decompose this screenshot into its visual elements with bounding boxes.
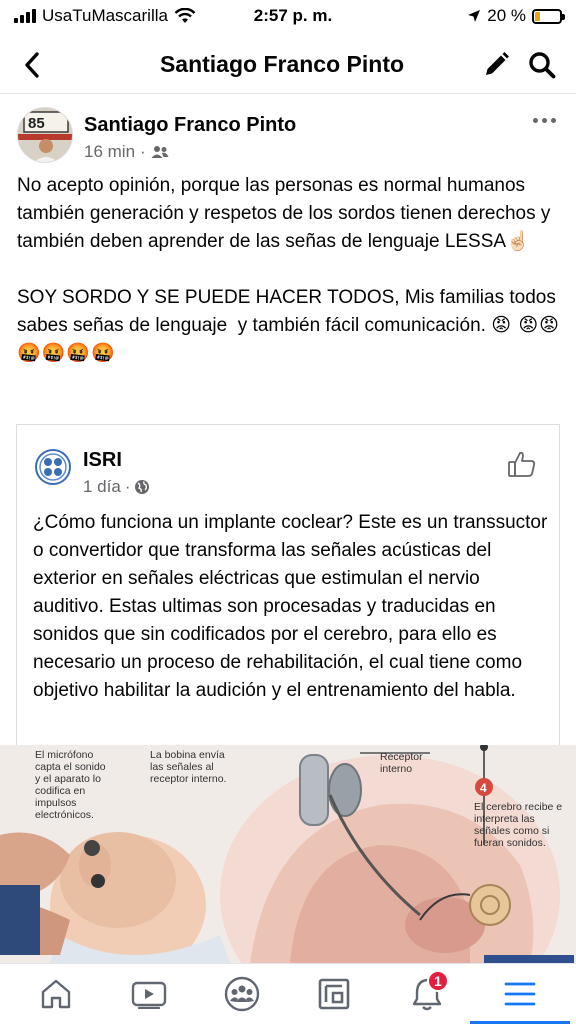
- pages-icon: [318, 978, 350, 1010]
- post-meta: 16 min ·: [84, 142, 169, 162]
- post-paragraph: SOY SORDO Y SE PUEDE HACER TODOS, Mis fa…: [17, 287, 562, 364]
- shared-page-name[interactable]: ISRI: [83, 449, 122, 472]
- svg-text:85: 85: [28, 115, 45, 132]
- nav-groups[interactable]: [212, 966, 272, 1022]
- nav-menu[interactable]: [469, 966, 570, 1024]
- chevron-left-icon: [25, 51, 39, 78]
- location-arrow-icon: [468, 10, 481, 22]
- image-caption: Receptor interno: [380, 751, 423, 775]
- search-icon: [529, 51, 556, 78]
- image-caption: El micrófono capta el sonido y el aparat…: [35, 749, 106, 821]
- status-bar: UsaTuMascarilla 2:57 p. m. 20 %: [0, 0, 576, 32]
- avatar[interactable]: 85: [17, 107, 73, 163]
- home-icon: [42, 979, 71, 1009]
- nav-home[interactable]: [26, 966, 86, 1022]
- groups-icon: [224, 976, 259, 1012]
- battery-percent: 20 %: [487, 6, 526, 25]
- wifi-icon: [174, 8, 196, 23]
- nav-watch[interactable]: [119, 966, 179, 1022]
- like-page-button[interactable]: [505, 447, 539, 481]
- thumbs-up-icon: [508, 451, 536, 477]
- search-button[interactable]: [524, 47, 560, 83]
- shared-time: 1 día: [83, 477, 121, 496]
- post-image[interactable]: 4 El micrófono capta el sonido y el apar…: [0, 745, 576, 963]
- profile-header: Santiago Franco Pinto: [0, 36, 576, 94]
- pencil-icon: [486, 51, 509, 75]
- signal-icon: [14, 9, 36, 23]
- more-options-button[interactable]: [528, 110, 560, 130]
- status-time: 2:57 p. m.: [253, 6, 333, 25]
- notifications-badge: 1: [426, 970, 449, 992]
- page-avatar[interactable]: [35, 449, 71, 485]
- post-paragraph: No acepto opinión, porque las personas e…: [17, 175, 556, 252]
- page-title: Santiago Franco Pinto: [159, 51, 405, 77]
- image-caption: El cerebro recibe e interpreta las señal…: [474, 801, 563, 849]
- friends-icon: [151, 146, 169, 158]
- image-caption: La bobina envía las señales al receptor …: [150, 749, 227, 785]
- shared-post-text: ¿Cómo funciona un implante coclear? Este…: [33, 512, 548, 701]
- globe-icon: [135, 480, 150, 494]
- battery-icon: [532, 8, 565, 24]
- bottom-navigation: 1: [0, 963, 576, 1024]
- back-button[interactable]: [0, 36, 64, 94]
- edit-button[interactable]: [478, 47, 514, 83]
- menu-icon: [504, 982, 536, 1006]
- step-number: 4: [480, 781, 487, 795]
- watch-icon: [131, 981, 167, 1009]
- shared-meta: 1 día ·: [83, 477, 150, 497]
- nav-notifications[interactable]: 1: [397, 966, 457, 1022]
- shared-post-card[interactable]: ISRI 1 día · ¿Cómo funciona un implante …: [16, 424, 560, 748]
- carrier-name: UsaTuMascarilla: [42, 6, 168, 25]
- post-body: No acepto opinión, porque las personas e…: [17, 172, 562, 368]
- post-author[interactable]: Santiago Franco Pinto: [84, 114, 296, 137]
- post-header: 85 Santiago Franco Pinto 16 min ·: [0, 104, 576, 166]
- nav-pages[interactable]: [304, 966, 364, 1022]
- post-time: 16 min: [84, 142, 136, 161]
